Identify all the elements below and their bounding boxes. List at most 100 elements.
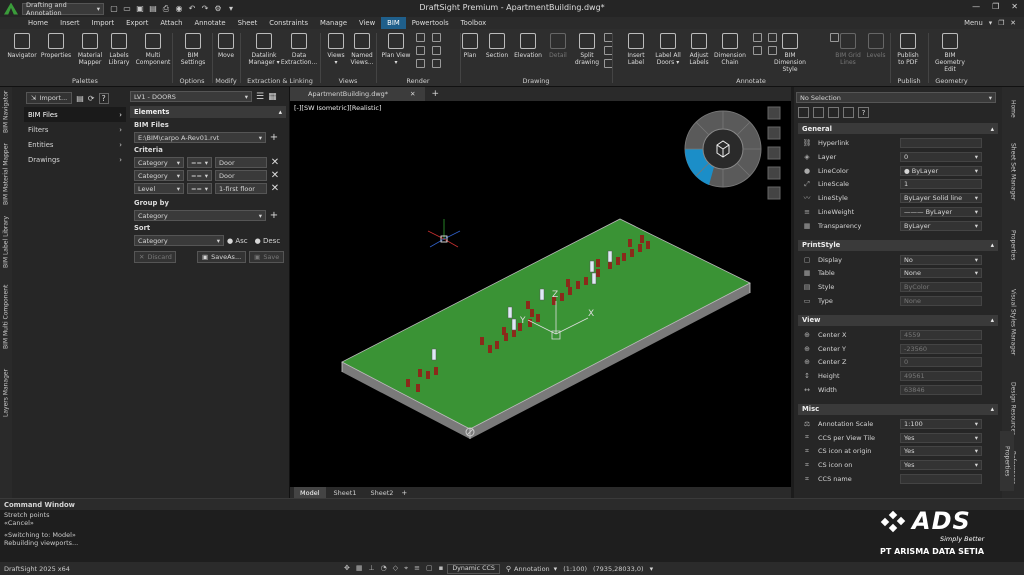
document-tab[interactable]: ApartmentBuilding.dwg* ✕ <box>290 87 426 101</box>
tree-item-filters[interactable]: Filters › <box>24 122 126 137</box>
small-tool-icon[interactable] <box>416 59 425 68</box>
left-tab-layers-manager[interactable]: Layers Manager <box>0 363 12 423</box>
open-folder-icon[interactable]: ▭ <box>122 4 132 14</box>
add-sheet-icon[interactable]: + <box>401 489 407 497</box>
close-icon[interactable]: ✕ <box>1011 2 1018 11</box>
property-value[interactable]: 4559 <box>900 329 982 340</box>
sort-select[interactable]: Category ▾ <box>134 235 224 246</box>
small-tool-icon[interactable] <box>416 33 425 42</box>
menu-import[interactable]: Import <box>86 17 121 29</box>
menu-attach[interactable]: Attach <box>154 17 188 29</box>
asc-radio[interactable]: ● Asc <box>227 237 248 245</box>
right-tab-sheet-set-manager[interactable]: Sheet Set Manager <box>1006 133 1020 211</box>
menu-constraints[interactable]: Constraints <box>263 17 314 29</box>
criteria-value-field[interactable]: 1-first floor <box>215 183 267 194</box>
criteria-value-field[interactable]: Door <box>215 170 267 181</box>
esnap-icon[interactable]: ◇ <box>393 564 398 573</box>
filter-icon[interactable]: ▤ <box>76 94 84 103</box>
small-tool-icon[interactable] <box>416 46 425 55</box>
select-all-icon[interactable] <box>813 107 824 118</box>
selection-select[interactable]: No Selection ▾ <box>796 92 996 103</box>
grid-icon[interactable]: ▦ <box>268 92 277 102</box>
section-misc[interactable]: Misc ▴ <box>798 403 998 415</box>
maximize-icon[interactable]: ❐ <box>992 2 999 11</box>
property-value[interactable]: 0 ▾ <box>900 151 982 162</box>
property-value[interactable]: Yes ▾ <box>900 432 982 443</box>
left-tab-bim-label-library[interactable]: BIM Label Library <box>0 213 12 271</box>
chevron-down-icon[interactable]: ▾ <box>226 4 236 14</box>
remove-criteria-icon[interactable]: ✕ <box>270 170 280 181</box>
add-group-button[interactable]: + <box>269 210 279 221</box>
view-controls[interactable] <box>767 106 781 200</box>
options-icon[interactable]: ⚙ <box>213 4 223 14</box>
polar-icon[interactable]: ◔ <box>381 564 387 573</box>
view-cube[interactable] <box>684 110 762 188</box>
right-tab-visual-styles-manager[interactable]: Visual Styles Manager <box>1006 281 1020 363</box>
criteria-field-select[interactable]: Category ▾ <box>134 157 184 168</box>
multi-component-button[interactable]: Multi Component <box>133 33 173 66</box>
right-tab-properties[interactable]: Properties <box>1006 217 1020 273</box>
bim-geometry-edit-button[interactable]: BIM Geometry Edit <box>930 33 970 73</box>
section-view[interactable]: View ▴ <box>798 314 998 326</box>
menu-powertools[interactable]: Powertools <box>406 17 455 29</box>
minimize-icon[interactable]: — <box>972 2 980 11</box>
snap-icon[interactable]: ✥ <box>344 564 350 573</box>
property-value[interactable]: 1:100 ▾ <box>900 418 982 429</box>
left-tab-bim-material-mapper[interactable]: BIM Material Mapper <box>0 139 12 209</box>
menu-insert[interactable]: Insert <box>54 17 86 29</box>
elements-header[interactable]: Elements ▴ <box>130 106 286 118</box>
property-value[interactable] <box>900 138 982 148</box>
model-icon[interactable]: ▢ <box>426 564 433 573</box>
property-value[interactable]: ByLayer ▾ <box>900 220 982 231</box>
preview-icon[interactable]: ◉ <box>174 4 184 14</box>
property-value[interactable]: 63846 <box>900 385 982 395</box>
property-value[interactable] <box>900 474 982 484</box>
save-icon[interactable]: ▣ <box>135 4 145 14</box>
small-tool-icon[interactable] <box>432 59 441 68</box>
grid-icon[interactable]: ▦ <box>356 564 363 573</box>
small-tool-icon[interactable] <box>830 33 839 42</box>
lineweight-icon[interactable]: ≡ <box>414 564 420 573</box>
workspace-select[interactable]: Drafting and Annotation ▾ <box>22 1 104 17</box>
property-value[interactable]: None <box>900 296 982 306</box>
filter-icon[interactable] <box>843 107 854 118</box>
criteria-operator-select[interactable]: == ▾ <box>187 183 212 194</box>
remove-criteria-icon[interactable]: ✕ <box>270 157 280 168</box>
annotation-label[interactable]: Annotation <box>514 565 550 573</box>
customize-icon[interactable]: ▾ <box>650 565 654 573</box>
list-icon[interactable]: ☰ <box>256 92 264 102</box>
etrack-icon[interactable]: ⌖ <box>404 564 408 573</box>
small-tool-icon[interactable] <box>753 33 762 42</box>
plan-view-button[interactable]: Plan View ▾ <box>376 33 416 66</box>
close-icon[interactable]: ✕ <box>1010 19 1016 27</box>
criteria-operator-select[interactable]: == ▾ <box>187 157 212 168</box>
property-value[interactable]: 0 <box>900 357 982 368</box>
small-tool-icon[interactable] <box>768 33 777 42</box>
small-tool-icon[interactable] <box>768 46 777 55</box>
criteria-operator-select[interactable]: == ▾ <box>187 170 212 181</box>
section-printstyle[interactable]: PrintStyle ▴ <box>798 239 998 251</box>
data-extraction-button[interactable]: Data Extraction... <box>279 33 319 66</box>
sheet-tab-sheet1[interactable]: Sheet1 <box>328 487 363 498</box>
left-tab-bim-multi-component[interactable]: BIM Multi Component <box>0 275 12 359</box>
right-tab-properties-bottom[interactable]: Properties <box>1000 431 1014 491</box>
discard-button[interactable]: ✕ Discard <box>134 251 176 263</box>
criteria-field-select[interactable]: Category ▾ <box>134 170 184 181</box>
group-by-select[interactable]: Category ▾ <box>134 210 266 221</box>
remove-criteria-icon[interactable]: ✕ <box>270 183 280 194</box>
menu-button[interactable]: Menu <box>964 19 983 27</box>
help-icon[interactable]: ? <box>98 92 109 104</box>
saveas-button[interactable]: ▣ SaveAs... <box>197 251 247 263</box>
property-value[interactable]: 49561 <box>900 371 982 382</box>
drawing-viewport[interactable]: ApartmentBuilding.dwg* ✕ + [-][SW Isometr… <box>290 87 791 498</box>
tree-item-drawings[interactable]: Drawings › <box>24 152 126 167</box>
chevron-down-icon[interactable]: ▾ <box>989 19 992 27</box>
annotation-icon[interactable]: ⚲ <box>506 565 511 573</box>
ortho-icon[interactable]: ⊥ <box>369 564 375 573</box>
annotation-scale[interactable]: (1:100) <box>563 565 587 573</box>
publish-pdf-button[interactable]: Publish to PDF <box>888 33 928 66</box>
close-icon[interactable]: ✕ <box>410 90 415 98</box>
property-value[interactable]: ByColor <box>900 282 982 293</box>
small-tool-icon[interactable] <box>432 46 441 55</box>
save-as-icon[interactable]: ▤ <box>148 4 158 14</box>
